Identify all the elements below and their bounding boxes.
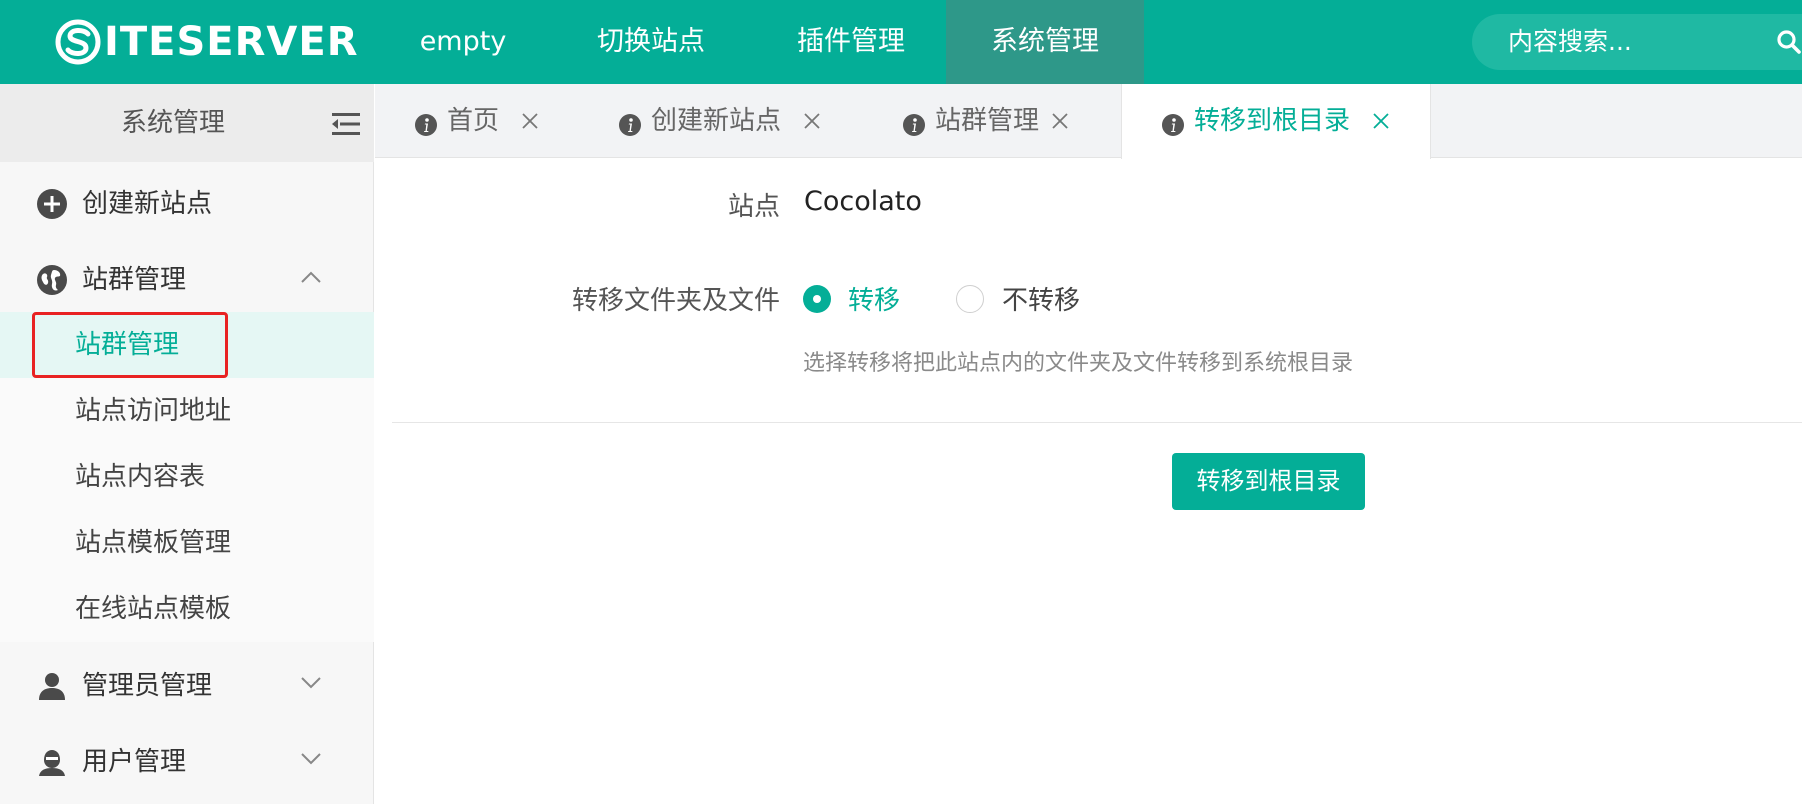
radio-no-move[interactable]: [956, 285, 984, 313]
topnav-item-system[interactable]: 系统管理: [946, 0, 1144, 84]
tab-bar: 首页 创建新站点 站群管理 转移到根目录: [375, 84, 1802, 159]
chevron-up-icon: [301, 271, 321, 283]
logo[interactable]: ITESERVER: [54, 14, 359, 70]
move-files-label: 转移文件夹及文件: [571, 286, 780, 316]
tab-site-group[interactable]: 站群管理: [855, 84, 1101, 158]
tab-create-site[interactable]: 创建新站点: [575, 84, 855, 158]
tab-label: 站群管理: [935, 106, 1040, 136]
sidebar-item-label: 管理员管理: [82, 671, 213, 701]
top-bar: ITESERVER empty 切换站点 插件管理 系统管理: [0, 0, 1802, 84]
chevron-down-icon: [301, 753, 321, 765]
logo-s-icon: [55, 19, 101, 65]
chevron-down-icon: [301, 677, 321, 689]
tab-label: 转移到根目录: [1194, 106, 1351, 136]
search-box: [1472, 14, 1802, 70]
site-label: 站点: [727, 192, 780, 222]
sidebar-item-label: 站群管理: [82, 265, 187, 295]
sidebar-item-users[interactable]: 用户管理: [0, 724, 374, 800]
info-icon: [619, 114, 641, 136]
search-icon[interactable]: [1776, 29, 1802, 55]
highlight-box: [32, 312, 228, 378]
sidebar-subitem-site-templates[interactable]: 站点模板管理: [0, 510, 374, 576]
sidebar-item-site-group[interactable]: 站群管理: [0, 242, 374, 318]
plus-circle-icon: [37, 189, 67, 219]
topnav-item-plugins[interactable]: 插件管理: [776, 0, 926, 84]
close-icon[interactable]: [803, 112, 821, 130]
sidebar-item-create-site[interactable]: 创建新站点: [0, 166, 374, 242]
globe-icon: [37, 265, 67, 295]
sidebar-item-admin[interactable]: 管理员管理: [0, 648, 374, 724]
user-icon: [39, 673, 65, 700]
sidebar-item-label: 用户管理: [82, 747, 187, 777]
tab-label: 首页: [447, 106, 500, 136]
close-icon[interactable]: [1372, 112, 1390, 130]
sidebar: 系统管理 创建新站点 站群管理 站群管理 站点访问地址 站点内容表 站点模板管理…: [0, 84, 374, 804]
sidebar-subitem-online-templates[interactable]: 在线站点模板: [0, 576, 374, 642]
move-to-root-button[interactable]: 转移到根目录: [1172, 453, 1365, 510]
logo-text: ITESERVER: [104, 19, 359, 65]
tab-home[interactable]: 首页: [375, 84, 575, 158]
info-icon: [903, 114, 925, 136]
search-input[interactable]: [1508, 14, 1768, 70]
sidebar-subitem-content-tables[interactable]: 站点内容表: [0, 444, 374, 510]
sidebar-title: 系统管理: [120, 108, 225, 138]
close-icon[interactable]: [1051, 112, 1069, 130]
radio-no-move-label[interactable]: 不转移: [1002, 280, 1080, 317]
user-group-icon: [39, 750, 65, 776]
topnav-item-switch-site[interactable]: 切换站点: [576, 0, 726, 84]
sidebar-item-label: 创建新站点: [82, 189, 213, 219]
site-value: Cocolato: [804, 186, 922, 217]
radio-move-label[interactable]: 转移: [848, 280, 900, 317]
tab-move-to-root[interactable]: 转移到根目录: [1121, 84, 1431, 159]
divider: [392, 422, 1802, 423]
radio-move[interactable]: [803, 285, 831, 313]
tab-label: 创建新站点: [651, 106, 782, 136]
topnav-item-empty[interactable]: empty: [400, 0, 526, 84]
hint-text: 选择转移将把此站点内的文件夹及文件转移到系统根目录: [803, 351, 1354, 376]
close-icon[interactable]: [521, 112, 539, 130]
sidebar-header: 系统管理: [0, 84, 374, 162]
sidebar-subitem-site-urls[interactable]: 站点访问地址: [0, 378, 374, 444]
menu-fold-icon[interactable]: [332, 113, 360, 135]
info-icon: [1162, 114, 1184, 136]
info-icon: [415, 114, 437, 136]
